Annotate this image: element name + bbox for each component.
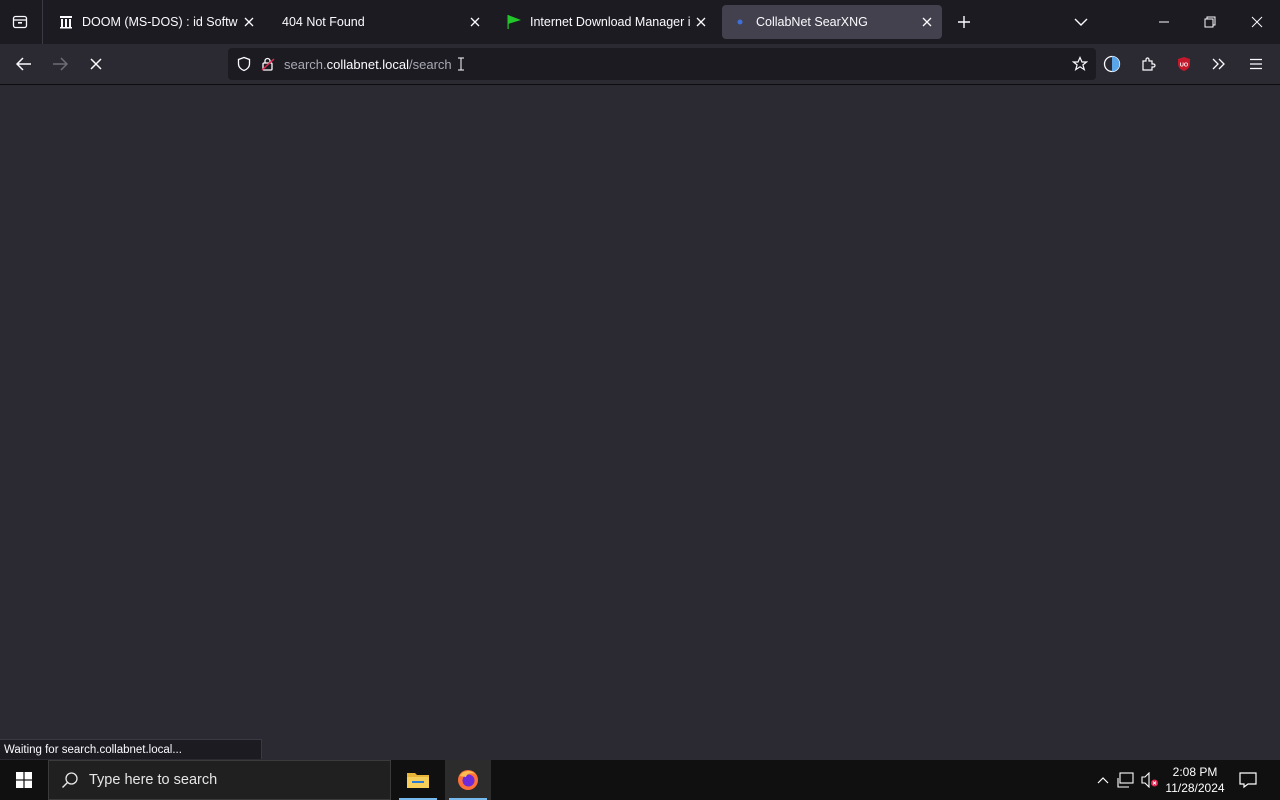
search-icon — [61, 771, 79, 789]
tab-strip-divider — [42, 0, 43, 44]
new-tab-button[interactable] — [950, 8, 978, 36]
tab-idm[interactable]: Internet Download Manager is — [496, 5, 716, 39]
plus-icon — [958, 16, 970, 28]
arrow-right-icon — [53, 57, 68, 71]
close-icon — [1251, 16, 1263, 28]
notification-icon — [1239, 772, 1257, 789]
chevron-down-icon — [1074, 18, 1088, 26]
forward-button[interactable] — [46, 50, 74, 78]
double-chevron-right-icon — [1212, 58, 1225, 70]
tab-title: CollabNet SearXNG — [756, 15, 868, 29]
more-tools-button[interactable] — [1205, 50, 1233, 78]
tab-title: DOOM (MS-DOS) : id Software — [82, 15, 238, 29]
loading-dot-icon — [732, 14, 748, 30]
archive-icon — [58, 14, 74, 30]
minimize-button[interactable] — [1150, 8, 1178, 36]
close-icon — [922, 17, 932, 27]
network-icon — [1117, 772, 1134, 788]
action-center-button[interactable] — [1238, 770, 1258, 790]
text-cursor-icon — [457, 57, 464, 71]
restore-button[interactable] — [1196, 8, 1224, 36]
tracking-shield-icon[interactable] — [234, 54, 254, 74]
firefox-view-icon — [12, 15, 28, 29]
windows-logo-icon — [16, 772, 32, 788]
close-icon — [470, 17, 480, 27]
volume-tray-button[interactable] — [1140, 770, 1160, 790]
url-text[interactable]: search.collabnet.local/search — [284, 57, 452, 72]
url-path: /search — [409, 56, 452, 72]
clock-time: 2:08 PM — [1172, 765, 1218, 779]
clock-date: 11/28/2024 — [1165, 781, 1225, 795]
tab-strip: DOOM (MS-DOS) : id Software 404 Not Foun… — [0, 0, 1280, 44]
url-subdomain: search. — [284, 56, 327, 72]
start-button[interactable] — [0, 760, 48, 800]
stop-button[interactable] — [82, 50, 110, 78]
minimize-icon — [1159, 21, 1169, 23]
page-content-area — [0, 85, 1280, 760]
arrow-left-icon — [16, 57, 31, 71]
taskbar-search-box[interactable]: Type here to search — [48, 760, 391, 800]
status-panel: Waiting for search.collabnet.local... — [0, 739, 262, 759]
tab-404[interactable]: 404 Not Found — [272, 5, 490, 39]
network-tray-button[interactable] — [1116, 770, 1136, 790]
tab-title: 404 Not Found — [282, 15, 365, 29]
close-window-button[interactable] — [1243, 8, 1271, 36]
taskbar-clock[interactable]: 2:08 PM 11/28/2024 — [1160, 764, 1230, 796]
show-hidden-icons-button[interactable] — [1093, 770, 1113, 790]
restore-icon — [1204, 16, 1216, 28]
speaker-muted-icon — [1141, 772, 1158, 788]
app-menu-button[interactable] — [1242, 50, 1270, 78]
stop-x-icon — [90, 58, 102, 70]
tab-title: Internet Download Manager is — [530, 15, 690, 29]
insecure-lock-icon[interactable] — [258, 54, 278, 74]
hamburger-menu-icon — [1250, 58, 1262, 70]
windows-taskbar: Type here to search 2:08 PM 11/28/2024 — [0, 760, 1280, 800]
svg-text:UO: UO — [1180, 63, 1189, 69]
tab-close-button[interactable] — [916, 11, 938, 33]
close-icon — [244, 17, 254, 27]
bookmark-star-button[interactable] — [1070, 54, 1090, 74]
ublock-origin-button[interactable]: UO — [1170, 50, 1198, 78]
list-all-tabs-button[interactable] — [1067, 8, 1095, 36]
star-icon — [1072, 56, 1088, 71]
url-bar[interactable]: search.collabnet.local/search — [228, 48, 1096, 80]
ublock-shield-icon: UO — [1178, 57, 1190, 71]
tab-close-button[interactable] — [690, 11, 712, 33]
chevron-up-icon — [1097, 777, 1109, 784]
tab-doom[interactable]: DOOM (MS-DOS) : id Software — [48, 5, 264, 39]
firefox-taskbar-button[interactable] — [445, 760, 491, 800]
taskbar-search-placeholder: Type here to search — [89, 772, 218, 788]
puzzle-icon — [1142, 57, 1156, 71]
folder-icon — [407, 773, 429, 788]
back-button[interactable] — [10, 50, 38, 78]
navigation-toolbar: search.collabnet.local/search UO — [0, 44, 1280, 85]
tab-close-button[interactable] — [464, 11, 486, 33]
green-flag-icon — [506, 14, 522, 30]
half-moon-icon — [1103, 55, 1121, 73]
dark-reader-extension-button[interactable] — [1098, 50, 1126, 78]
tab-close-button[interactable] — [238, 11, 260, 33]
firefox-icon — [458, 770, 478, 790]
close-icon — [696, 17, 706, 27]
tab-searxng[interactable]: CollabNet SearXNG — [722, 5, 942, 39]
firefox-view-button[interactable] — [6, 8, 34, 36]
extensions-button[interactable] — [1134, 50, 1162, 78]
file-explorer-taskbar-button[interactable] — [395, 760, 441, 800]
url-domain: collabnet.local — [326, 56, 410, 72]
